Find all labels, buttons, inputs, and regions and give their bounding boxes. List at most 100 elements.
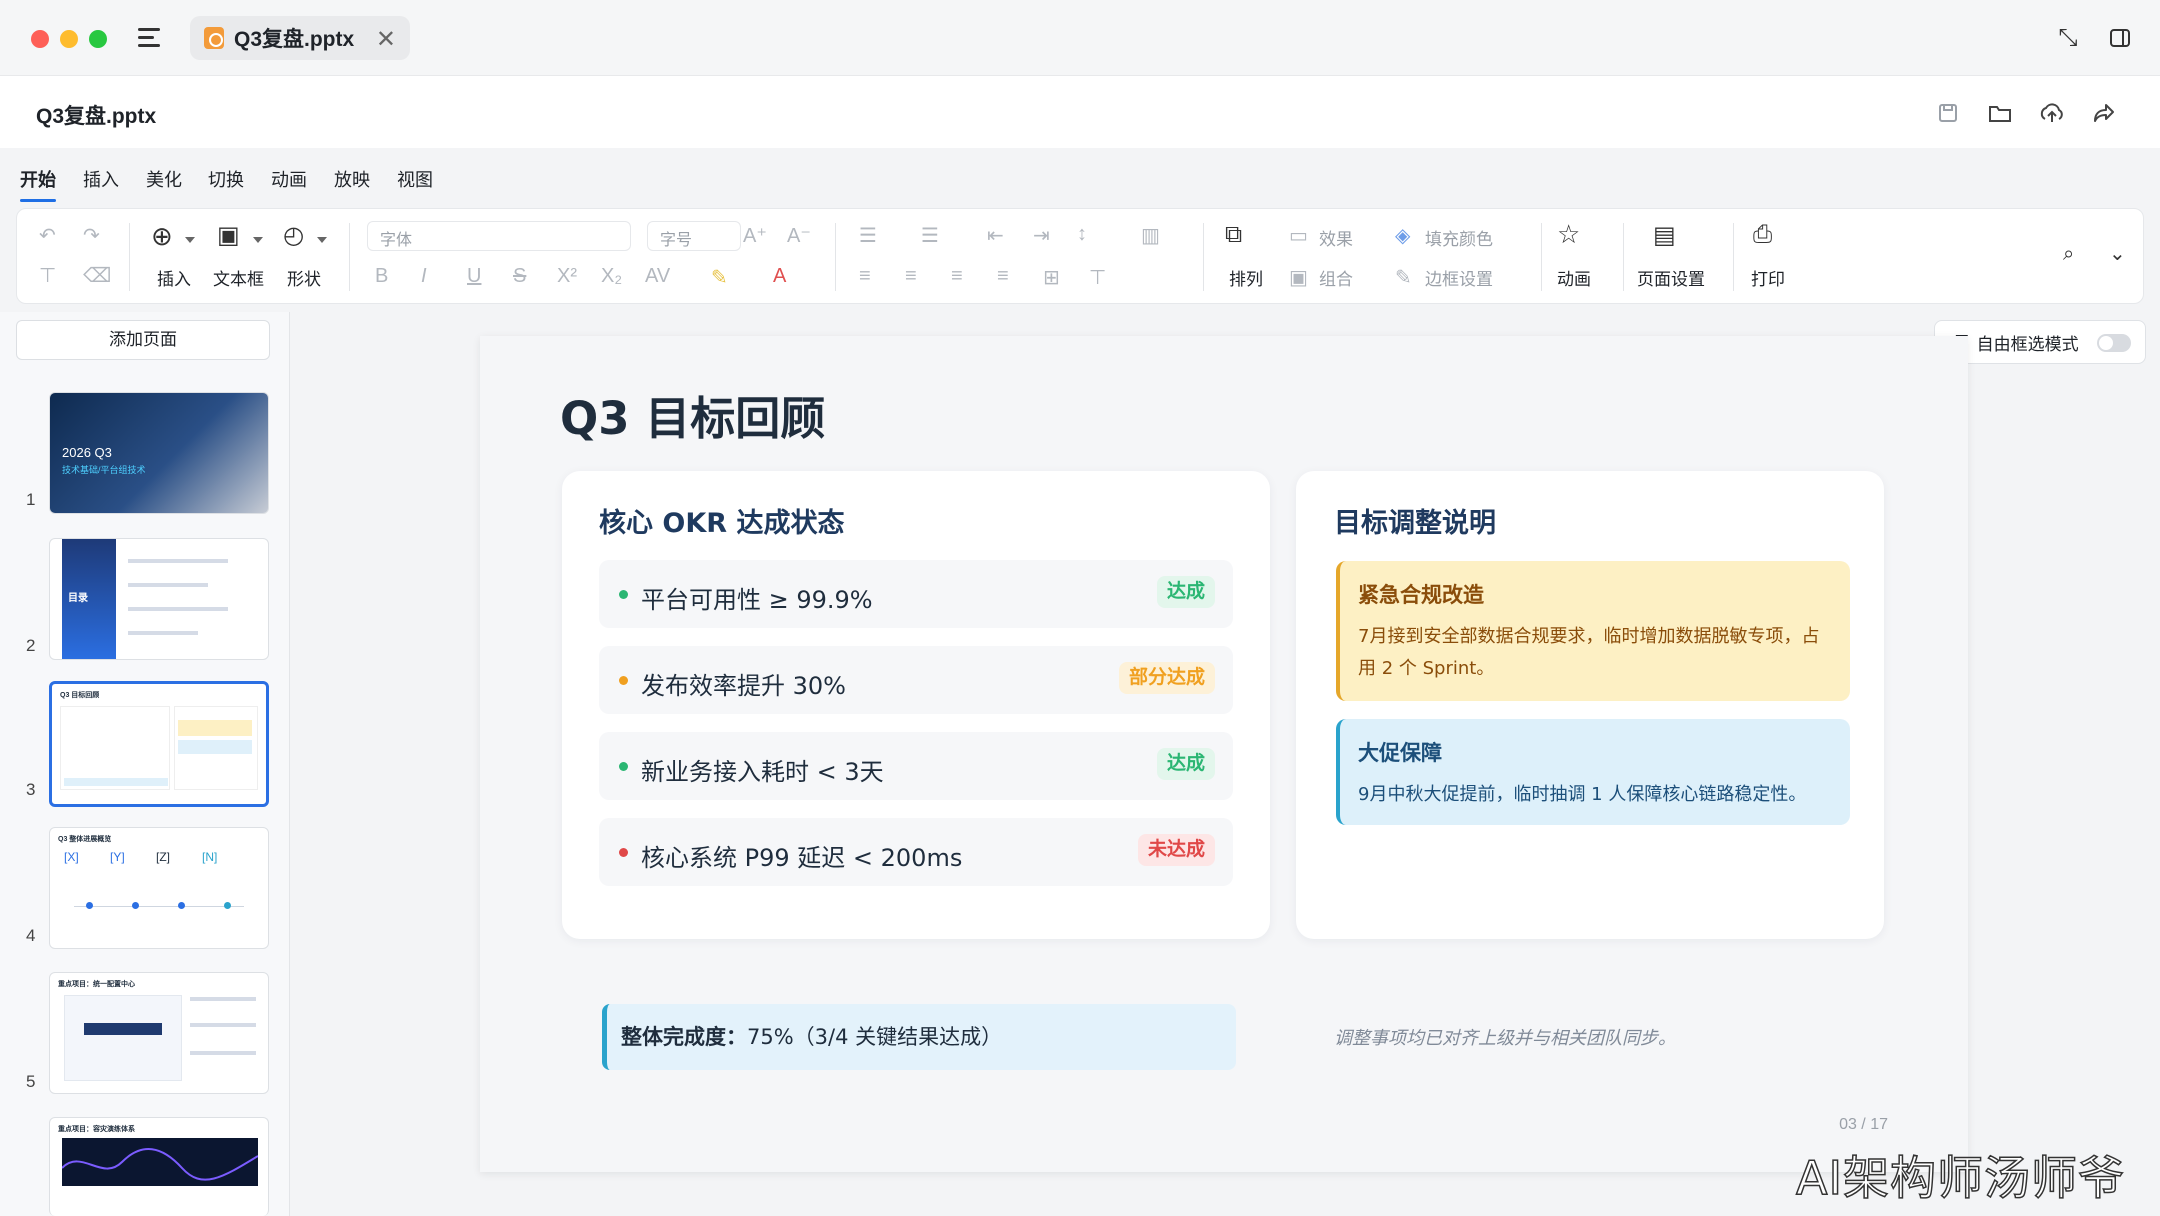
menu-list-icon[interactable] [136,24,164,52]
add-page-button[interactable]: 添加页面 [16,320,270,360]
font-shrink-icon[interactable]: A⁻ [787,223,811,248]
numbered-list-icon[interactable]: ☰ [921,223,939,248]
effect-icon[interactable]: ▭ [1289,223,1308,248]
okr-status-card[interactable]: 核心 OKR 达成状态 平台可用性 ≥ 99.9% 达成 发布效率提升 30% … [562,471,1270,1070]
okr-item[interactable]: 新业务接入耗时 < 3天 达成 [599,732,1233,800]
indent-icon[interactable]: ⇥ [1033,223,1050,248]
shape-label[interactable]: 形状 [287,265,321,290]
adjustment-card-title[interactable]: 目标调整说明 [1334,501,1496,540]
chevron-down-icon[interactable]: ⌄ [2109,241,2126,266]
arrange-icon[interactable]: ⧉ [1225,221,1242,249]
file-title: Q3复盘.pptx [36,105,157,128]
okr-item[interactable]: 平台可用性 ≥ 99.9% 达成 [599,560,1233,628]
okr-item[interactable]: 核心系统 P99 延迟 < 200ms 未达成 [599,818,1233,886]
overall-completion[interactable]: 整体完成度：75%（3/4 关键结果达成） [602,1004,1236,1070]
font-color-icon[interactable]: A [773,265,786,288]
bold-icon[interactable]: B [375,265,388,288]
shape-icon[interactable]: ◴ [283,221,304,250]
animation-icon[interactable]: ☆ [1557,219,1580,250]
arrange-label[interactable]: 排列 [1229,265,1263,290]
close-window-button[interactable] [31,30,49,48]
footnote[interactable]: 调整事项均已对齐上级并与相关团队同步。 [1334,1024,1676,1050]
outdent-icon[interactable]: ⇤ [987,223,1004,248]
status-badge: 部分达成 [1118,662,1215,694]
italic-icon[interactable]: I [421,265,427,288]
okr-item-text: 核心系统 P99 延迟 < 200ms [641,844,963,872]
font-grow-icon[interactable]: A⁺ [743,223,767,248]
justify-icon[interactable]: ≡ [997,265,1009,288]
close-tab-icon[interactable]: ✕ [376,25,396,54]
document-tab[interactable]: Q3复盘.pptx ✕ [190,16,410,60]
slide-thumbnail-5[interactable]: 重点项目：统一配置中心 [49,972,269,1094]
align-left-icon[interactable]: ≡ [859,265,871,288]
slide-title[interactable]: Q3 目标回顾 [560,382,825,447]
distribute-icon[interactable]: ⊞ [1043,265,1060,290]
tab-slideshow[interactable]: 放映 [334,166,370,192]
tab-start[interactable]: 开始 [20,166,56,202]
slide-thumbnail-3[interactable]: Q3 目标回顾 [49,681,269,807]
char-spacing-icon[interactable]: AV [645,265,670,288]
align-center-icon[interactable]: ≡ [905,265,917,288]
columns-icon[interactable]: ▥ [1141,223,1160,248]
font-family-select[interactable]: 字体 [367,221,631,251]
fill-color-label[interactable]: 填充颜色 [1425,225,1493,250]
upload-icon[interactable] [2036,97,2068,129]
note-compliance[interactable]: 紧急合规改造 7月接到安全部数据合规要求，临时增加数据脱敏专项，占用 2 个 S… [1336,561,1850,701]
note-promotion[interactable]: 大促保障 9月中秋大促提前，临时抽调 1 人保障核心链路稳定性。 [1336,719,1850,825]
page-setup-icon[interactable]: ▤ [1653,221,1676,250]
adjustment-card[interactable]: 目标调整说明 紧急合规改造 7月接到安全部数据合规要求，临时增加数据脱敏专项，占… [1296,471,1884,1049]
undo-icon[interactable]: ↶ [39,223,56,248]
slide-thumbnail-6[interactable]: 重点项目：容灾演练体系 [49,1117,269,1216]
slide-thumbnail-1[interactable]: 2026 Q3 技术基础/平台组技术 [49,392,269,514]
print-icon[interactable]: ⎙ [1753,221,1772,249]
redo-icon[interactable]: ↷ [83,223,100,248]
tab-animation[interactable]: 动画 [271,166,307,192]
strikethrough-icon[interactable]: S [513,265,526,288]
eraser-icon[interactable]: ⌫ [83,263,111,288]
wave-icon [62,1148,258,1181]
group-label[interactable]: 组合 [1319,265,1353,290]
okr-item[interactable]: 发布效率提升 30% 部分达成 [599,646,1233,714]
vertical-align-icon[interactable]: ⊤ [1089,265,1106,290]
thumbnail-number: 3 [26,780,36,799]
folder-icon[interactable] [1984,97,2016,129]
toggle-switch[interactable] [2097,334,2131,352]
bullet-list-icon[interactable]: ☰ [859,223,877,248]
format-painter-icon[interactable]: ⊤ [39,263,56,288]
save-icon[interactable] [1932,97,1964,129]
page-setup-label[interactable]: 页面设置 [1637,265,1705,290]
effect-label[interactable]: 效果 [1319,225,1353,250]
tab-beautify[interactable]: 美化 [146,166,182,192]
tab-view[interactable]: 视图 [397,166,433,192]
free-select-mode-label: 自由框选模式 [1976,334,2079,354]
okr-card-title[interactable]: 核心 OKR 达成状态 [599,501,844,540]
collapse-icon[interactable]: ⤡ [2052,22,2084,54]
textbox-label[interactable]: 文本框 [213,265,264,290]
align-right-icon[interactable]: ≡ [951,265,963,288]
textbox-icon[interactable]: ▣ [217,221,240,250]
zoom-window-button[interactable] [89,30,107,48]
fill-color-icon[interactable]: ◈ [1395,223,1410,248]
slide-thumbnail-2[interactable]: 目录 [49,538,269,660]
subscript-icon[interactable]: X₂ [601,265,622,288]
highlight-icon[interactable]: ✎ [711,265,728,290]
border-icon[interactable]: ✎ [1395,265,1412,290]
superscript-icon[interactable]: X² [557,265,577,288]
font-size-select[interactable]: 字号 [647,221,741,251]
insert-icon[interactable]: ⊕ [151,221,173,252]
search-icon[interactable]: ⌕ [2063,243,2074,266]
insert-label[interactable]: 插入 [157,265,191,290]
slide-canvas[interactable]: Q3 目标回顾 核心 OKR 达成状态 平台可用性 ≥ 99.9% 达成 发布效… [480,336,1968,1172]
group-icon[interactable]: ▣ [1289,265,1308,290]
tab-transition[interactable]: 切换 [208,166,244,192]
slide-thumbnail-4[interactable]: Q3 整体进展概览 [X] [Y] [Z] [N] [49,827,269,949]
share-icon[interactable] [2088,97,2120,129]
print-label[interactable]: 打印 [1751,265,1785,290]
minimize-window-button[interactable] [60,30,78,48]
line-spacing-icon[interactable]: ↕ [1077,223,1087,246]
sidebar-toggle-icon[interactable] [2104,22,2136,54]
border-label[interactable]: 边框设置 [1425,265,1493,290]
underline-icon[interactable]: U [467,265,481,288]
animation-label[interactable]: 动画 [1557,265,1591,290]
tab-insert[interactable]: 插入 [83,166,119,192]
